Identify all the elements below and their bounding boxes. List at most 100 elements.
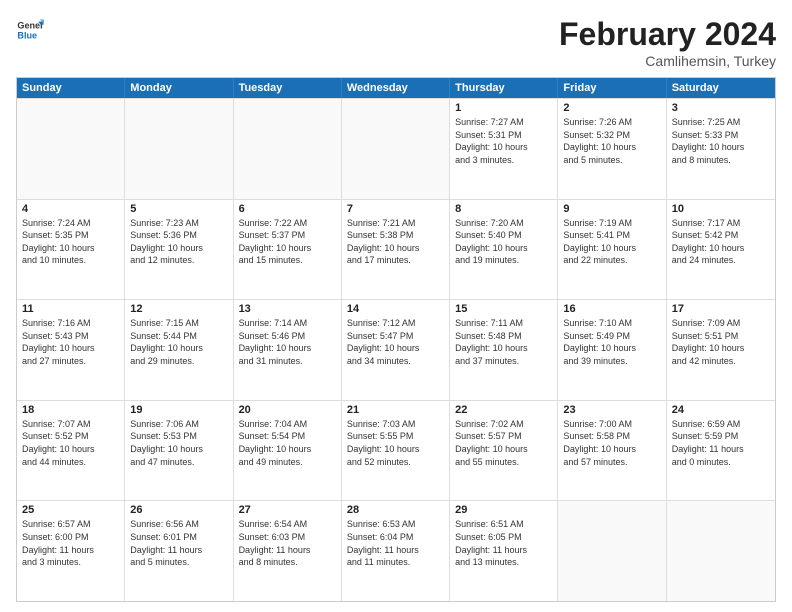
day-number: 18 (22, 404, 119, 416)
calendar-cell: 8 Sunrise: 7:20 AMSunset: 5:40 PMDaylight… (450, 200, 558, 300)
cell-info: Sunrise: 7:00 AMSunset: 5:58 PMDaylight:… (563, 418, 660, 468)
day-number: 3 (672, 102, 770, 114)
day-number: 12 (130, 303, 227, 315)
calendar-row: 18 Sunrise: 7:07 AMSunset: 5:52 PMDayligh… (17, 400, 775, 501)
svg-text:Blue: Blue (17, 30, 37, 40)
cell-info: Sunrise: 7:10 AMSunset: 5:49 PMDaylight:… (563, 317, 660, 367)
day-number: 25 (22, 504, 119, 516)
day-number: 2 (563, 102, 660, 114)
day-number: 20 (239, 404, 336, 416)
day-number: 13 (239, 303, 336, 315)
day-number: 9 (563, 203, 660, 215)
weekday-header: Tuesday (234, 78, 342, 98)
logo-icon: General Blue (16, 16, 44, 44)
calendar-cell (234, 99, 342, 199)
day-number: 22 (455, 404, 552, 416)
page: General Blue February 2024 Camlihemsin, … (0, 0, 792, 612)
day-number: 8 (455, 203, 552, 215)
calendar-cell (17, 99, 125, 199)
calendar-cell: 2 Sunrise: 7:26 AMSunset: 5:32 PMDaylight… (558, 99, 666, 199)
calendar-cell: 12 Sunrise: 7:15 AMSunset: 5:44 PMDayligh… (125, 300, 233, 400)
cell-info: Sunrise: 7:21 AMSunset: 5:38 PMDaylight:… (347, 217, 444, 267)
day-number: 5 (130, 203, 227, 215)
calendar-cell: 14Sunrise: 7:12 AMSunset: 5:47 PMDayligh… (342, 300, 450, 400)
weekday-header: Thursday (450, 78, 558, 98)
calendar-cell: 16 Sunrise: 7:10 AMSunset: 5:49 PMDayligh… (558, 300, 666, 400)
day-number: 14 (347, 303, 444, 315)
cell-info: Sunrise: 7:25 AMSunset: 5:33 PMDaylight:… (672, 116, 770, 166)
weekday-header: Monday (125, 78, 233, 98)
cell-info: Sunrise: 7:20 AMSunset: 5:40 PMDaylight:… (455, 217, 552, 267)
day-number: 28 (347, 504, 444, 516)
cell-info: Sunrise: 6:59 AMSunset: 5:59 PMDaylight:… (672, 418, 770, 468)
calendar-cell: 27 Sunrise: 6:54 AMSunset: 6:03 PMDayligh… (234, 501, 342, 601)
calendar-cell: 19 Sunrise: 7:06 AMSunset: 5:53 PMDayligh… (125, 401, 233, 501)
day-number: 19 (130, 404, 227, 416)
day-number: 23 (563, 404, 660, 416)
cell-info: Sunrise: 7:04 AMSunset: 5:54 PMDaylight:… (239, 418, 336, 468)
calendar-cell: 22Sunrise: 7:02 AMSunset: 5:57 PMDayligh… (450, 401, 558, 501)
day-number: 29 (455, 504, 552, 516)
day-number: 26 (130, 504, 227, 516)
calendar-row: 11 Sunrise: 7:16 AMSunset: 5:43 PMDayligh… (17, 299, 775, 400)
cell-info: Sunrise: 7:22 AMSunset: 5:37 PMDaylight:… (239, 217, 336, 267)
cell-info: Sunrise: 7:17 AMSunset: 5:42 PMDaylight:… (672, 217, 770, 267)
calendar-cell: 5 Sunrise: 7:23 AMSunset: 5:36 PMDaylight… (125, 200, 233, 300)
calendar-cell (667, 501, 775, 601)
cell-info: Sunrise: 7:19 AMSunset: 5:41 PMDaylight:… (563, 217, 660, 267)
calendar-cell (342, 99, 450, 199)
cell-info: Sunrise: 7:09 AMSunset: 5:51 PMDaylight:… (672, 317, 770, 367)
weekday-header: Saturday (667, 78, 775, 98)
cell-info: Sunrise: 7:16 AMSunset: 5:43 PMDaylight:… (22, 317, 119, 367)
cell-info: Sunrise: 6:54 AMSunset: 6:03 PMDaylight:… (239, 518, 336, 568)
cell-info: Sunrise: 7:07 AMSunset: 5:52 PMDaylight:… (22, 418, 119, 468)
calendar-cell: 3 Sunrise: 7:25 AMSunset: 5:33 PMDaylight… (667, 99, 775, 199)
calendar-cell: 24 Sunrise: 6:59 AMSunset: 5:59 PMDayligh… (667, 401, 775, 501)
cell-info: Sunrise: 7:24 AMSunset: 5:35 PMDaylight:… (22, 217, 119, 267)
calendar-cell: 7 Sunrise: 7:21 AMSunset: 5:38 PMDaylight… (342, 200, 450, 300)
cell-info: Sunrise: 7:26 AMSunset: 5:32 PMDaylight:… (563, 116, 660, 166)
calendar-cell (558, 501, 666, 601)
month-year: February 2024 (559, 16, 776, 53)
cell-info: Sunrise: 6:56 AMSunset: 6:01 PMDaylight:… (130, 518, 227, 568)
calendar-cell: 29 Sunrise: 6:51 AMSunset: 6:05 PMDayligh… (450, 501, 558, 601)
calendar-cell: 17 Sunrise: 7:09 AMSunset: 5:51 PMDayligh… (667, 300, 775, 400)
cell-info: Sunrise: 7:11 AMSunset: 5:48 PMDaylight:… (455, 317, 552, 367)
calendar-cell: 9 Sunrise: 7:19 AMSunset: 5:41 PMDaylight… (558, 200, 666, 300)
day-number: 11 (22, 303, 119, 315)
cell-info: Sunrise: 7:14 AMSunset: 5:46 PMDaylight:… (239, 317, 336, 367)
day-number: 17 (672, 303, 770, 315)
day-number: 21 (347, 404, 444, 416)
cell-info: Sunrise: 6:51 AMSunset: 6:05 PMDaylight:… (455, 518, 552, 568)
calendar-cell: 21 Sunrise: 7:03 AMSunset: 5:55 PMDayligh… (342, 401, 450, 501)
calendar-cell: 18 Sunrise: 7:07 AMSunset: 5:52 PMDayligh… (17, 401, 125, 501)
cell-info: Sunrise: 7:15 AMSunset: 5:44 PMDaylight:… (130, 317, 227, 367)
cell-info: Sunrise: 7:27 AMSunset: 5:31 PMDaylight:… (455, 116, 552, 166)
calendar-cell: 10 Sunrise: 7:17 AMSunset: 5:42 PMDayligh… (667, 200, 775, 300)
day-number: 4 (22, 203, 119, 215)
day-number: 10 (672, 203, 770, 215)
calendar-cell: 1 Sunrise: 7:27 AMSunset: 5:31 PMDaylight… (450, 99, 558, 199)
calendar-body: 1 Sunrise: 7:27 AMSunset: 5:31 PMDaylight… (17, 98, 775, 601)
day-number: 1 (455, 102, 552, 114)
cell-info: Sunrise: 6:53 AMSunset: 6:04 PMDaylight:… (347, 518, 444, 568)
day-number: 24 (672, 404, 770, 416)
day-number: 6 (239, 203, 336, 215)
day-number: 27 (239, 504, 336, 516)
calendar-cell: 25Sunrise: 6:57 AMSunset: 6:00 PMDayligh… (17, 501, 125, 601)
calendar-row: 1 Sunrise: 7:27 AMSunset: 5:31 PMDaylight… (17, 98, 775, 199)
calendar-cell: 11 Sunrise: 7:16 AMSunset: 5:43 PMDayligh… (17, 300, 125, 400)
cell-info: Sunrise: 7:06 AMSunset: 5:53 PMDaylight:… (130, 418, 227, 468)
cell-info: Sunrise: 7:23 AMSunset: 5:36 PMDaylight:… (130, 217, 227, 267)
calendar-cell: 4 Sunrise: 7:24 AMSunset: 5:35 PMDaylight… (17, 200, 125, 300)
calendar-row: 4 Sunrise: 7:24 AMSunset: 5:35 PMDaylight… (17, 199, 775, 300)
calendar-cell: 28 Sunrise: 6:53 AMSunset: 6:04 PMDayligh… (342, 501, 450, 601)
calendar-cell: 15Sunrise: 7:11 AMSunset: 5:48 PMDayligh… (450, 300, 558, 400)
calendar: SundayMondayTuesdayWednesdayThursdayFrid… (16, 77, 776, 602)
calendar-header: SundayMondayTuesdayWednesdayThursdayFrid… (17, 78, 775, 98)
calendar-row: 25Sunrise: 6:57 AMSunset: 6:00 PMDayligh… (17, 500, 775, 601)
day-number: 7 (347, 203, 444, 215)
weekday-header: Sunday (17, 78, 125, 98)
day-number: 16 (563, 303, 660, 315)
cell-info: Sunrise: 7:03 AMSunset: 5:55 PMDaylight:… (347, 418, 444, 468)
